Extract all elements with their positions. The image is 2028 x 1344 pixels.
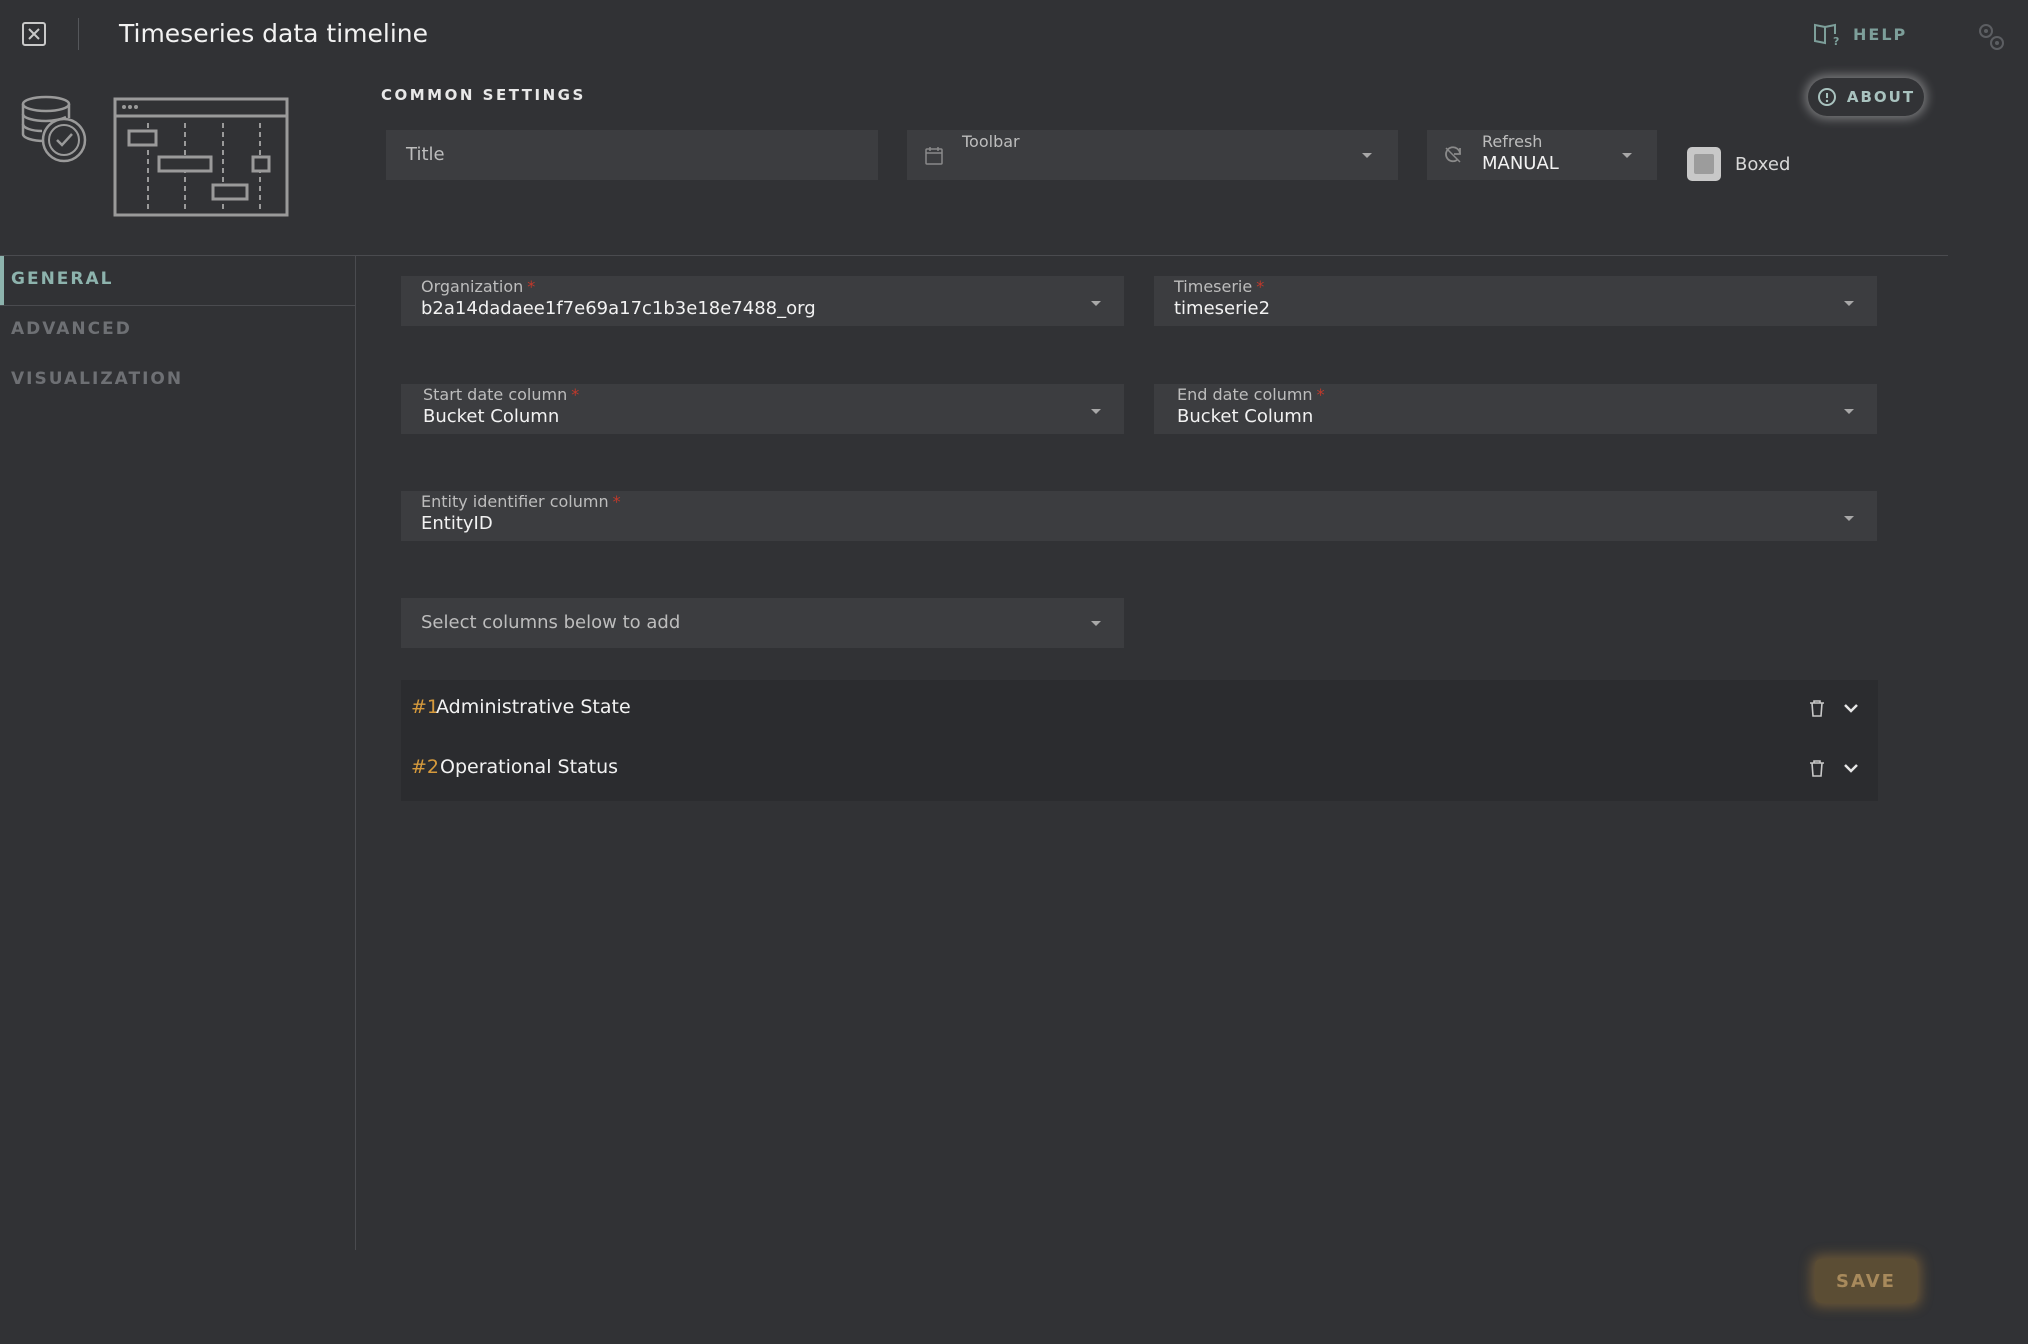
toolbar-icon (925, 147, 943, 165)
column-number: #1 (411, 696, 440, 718)
header-divider (78, 18, 79, 50)
gears-icon[interactable] (1974, 20, 2008, 54)
title-input[interactable]: Title (386, 130, 878, 180)
timeserie-select[interactable]: Timeserie * timeserie2 (1154, 276, 1877, 326)
end-date-label: End date column * (1177, 385, 1325, 404)
refresh-value: MANUAL (1482, 153, 1559, 174)
toolbar-label: Toolbar (962, 132, 1020, 151)
chevron-down-icon (1091, 301, 1101, 306)
column-number: #2 (411, 756, 440, 778)
sidebar: GENERAL ADVANCED VISUALIZATION (0, 256, 356, 1250)
timeserie-value: timeserie2 (1174, 298, 1271, 319)
book-help-icon: ? (1814, 23, 1841, 46)
sidebar-item-general[interactable]: GENERAL (11, 269, 114, 289)
timeline-window-icon (113, 97, 289, 217)
chevron-down-icon (1844, 516, 1854, 521)
trash-icon[interactable] (1809, 699, 1825, 717)
help-button[interactable]: ? HELP (1813, 22, 1907, 46)
svg-text:?: ? (1833, 35, 1841, 46)
entity-identifier-column-select[interactable]: Entity identifier column * EntityID (401, 491, 1877, 541)
close-icon (28, 28, 40, 40)
refresh-icon (1445, 146, 1461, 163)
organization-value: b2a14dadaee1f7e69a17c1b3e18e7488_org (421, 298, 816, 319)
refresh-label: Refresh (1482, 132, 1543, 151)
timeserie-label: Timeserie * (1174, 277, 1265, 296)
database-clock-icon (21, 95, 87, 163)
start-date-label: Start date column * (423, 385, 580, 404)
about-label: ABOUT (1846, 88, 1916, 106)
save-button[interactable]: SAVE (1815, 1259, 1917, 1303)
column-name: Operational Status (440, 756, 619, 778)
chevron-down-icon (1362, 153, 1372, 158)
column-list: #1 Administrative State #2 Operational S… (401, 680, 1878, 801)
columns-add-placeholder: Select columns below to add (421, 612, 681, 633)
refresh-select[interactable]: Refresh MANUAL (1427, 130, 1657, 180)
active-underline (0, 305, 356, 306)
sidebar-item-visualization[interactable]: VISUALIZATION (11, 369, 183, 389)
active-indicator (0, 256, 4, 306)
trash-icon[interactable] (1809, 759, 1825, 777)
info-icon (1817, 88, 1836, 106)
columns-add-select[interactable]: Select columns below to add (401, 598, 1124, 648)
end-date-value: Bucket Column (1177, 406, 1314, 427)
entity-id-value: EntityID (421, 513, 493, 534)
start-date-column-select[interactable]: Start date column * Bucket Column (401, 384, 1124, 434)
chevron-down-icon (1091, 409, 1101, 414)
about-button[interactable]: ABOUT (1808, 78, 1924, 116)
chevron-down-icon (1622, 153, 1632, 158)
entity-id-label: Entity identifier column * (421, 492, 621, 511)
help-label: HELP (1853, 24, 1908, 44)
list-item[interactable]: #2 Operational Status (401, 740, 1878, 800)
page-title: Timeseries data timeline (119, 19, 429, 48)
chevron-down-icon[interactable] (1843, 702, 1859, 714)
organization-label: Organization * (421, 277, 536, 296)
organization-select[interactable]: Organization * b2a14dadaee1f7e69a17c1b3e1… (401, 276, 1124, 326)
list-item[interactable]: #1 Administrative State (401, 680, 1878, 740)
chevron-down-icon (1091, 621, 1101, 626)
boxed-checkbox[interactable] (1687, 147, 1721, 181)
close-button[interactable] (22, 22, 46, 46)
common-settings-label: COMMON SETTINGS (381, 86, 586, 104)
boxed-label: Boxed (1735, 154, 1791, 175)
column-name: Administrative State (436, 696, 631, 718)
chevron-down-icon (1844, 409, 1854, 414)
sidebar-item-advanced[interactable]: ADVANCED (11, 319, 132, 339)
title-placeholder: Title (406, 144, 445, 165)
start-date-value: Bucket Column (423, 406, 560, 427)
chevron-down-icon (1844, 301, 1854, 306)
chevron-down-icon[interactable] (1843, 762, 1859, 774)
toolbar-select[interactable]: Toolbar (907, 130, 1398, 180)
end-date-column-select[interactable]: End date column * Bucket Column (1154, 384, 1877, 434)
